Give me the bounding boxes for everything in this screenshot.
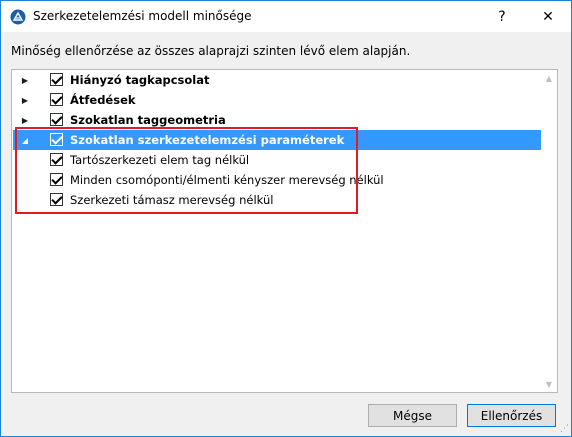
highlight-annotation-box [15, 127, 358, 214]
check-tree: ▶ Hiányzó tagkapcsolat ▶ Átfedések ▶ Szokatla… [11, 69, 558, 393]
tree-item-label: Hiányzó tagkapcsolat [70, 73, 210, 87]
tree-item-label: Átfedések [70, 93, 136, 107]
scroll-down-arrow-icon[interactable]: ▼ [541, 376, 557, 392]
tree-item-label: Szokatlan taggeometria [70, 113, 226, 127]
check-button[interactable]: Ellenőrzés [467, 404, 556, 427]
help-button[interactable]: ? [479, 1, 525, 32]
checkbox[interactable] [50, 93, 63, 106]
window-title: Szerkezetelemzési modell minősége [33, 9, 252, 23]
archicad-logo-icon [10, 9, 26, 25]
tree-row[interactable]: ▶ Átfedések [13, 90, 541, 110]
checkbox[interactable] [50, 73, 63, 86]
expand-arrow-icon[interactable]: ▶ [19, 90, 31, 110]
checkbox[interactable] [50, 113, 63, 126]
tree-row[interactable]: ▶ Hiányzó tagkapcsolat [13, 70, 541, 90]
dialog-description: Minőség ellenőrzése az összes alaprajzi … [11, 44, 411, 58]
help-icon: ? [498, 8, 506, 25]
scroll-up-arrow-icon[interactable]: ▲ [541, 70, 557, 86]
close-icon: ✕ [542, 8, 554, 25]
dialog-window: Szerkezetelemzési modell minősége ? ✕ Mi… [0, 0, 572, 437]
vertical-scrollbar[interactable]: ▲ ▼ [541, 70, 557, 392]
title-bar: Szerkezetelemzési modell minősége ? ✕ [1, 1, 571, 32]
resize-grip-icon[interactable]: ⋰ [559, 424, 569, 434]
expand-arrow-icon[interactable]: ▶ [19, 70, 31, 90]
close-button[interactable]: ✕ [525, 1, 571, 32]
cancel-button[interactable]: Mégse [368, 404, 457, 427]
